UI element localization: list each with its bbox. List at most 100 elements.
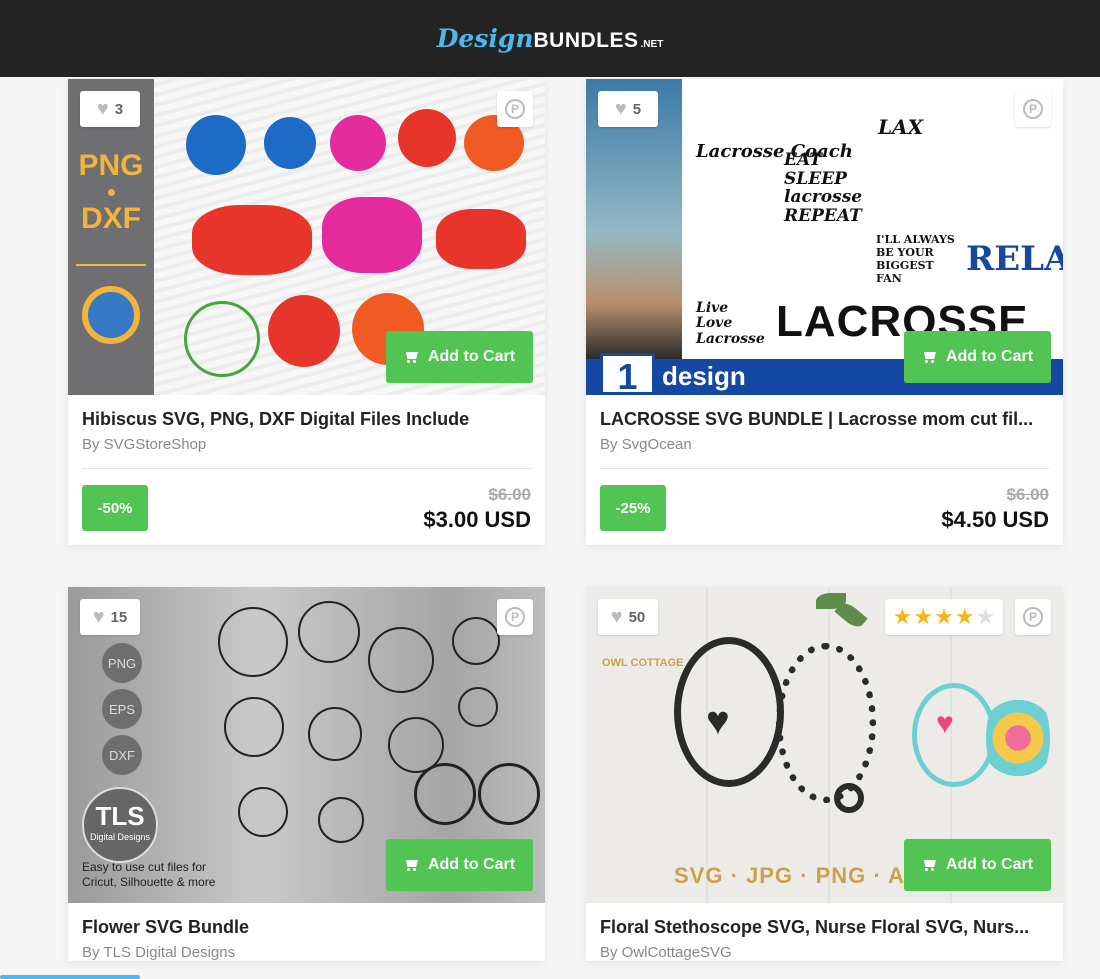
product-thumbnail[interactable]: PNG EPS DXF TLS Digital Designs Easy to …: [68, 587, 545, 903]
product-card[interactable]: PNG EPS DXF TLS Digital Designs Easy to …: [68, 587, 545, 961]
add-to-cart-button[interactable]: Add to Cart: [386, 839, 533, 891]
flower-outline-graphic: [298, 601, 360, 663]
product-title[interactable]: Flower SVG Bundle: [82, 917, 531, 938]
like-button[interactable]: ♥ 3: [80, 91, 140, 127]
pin-button[interactable]: P: [1015, 599, 1051, 635]
pinterest-icon: P: [1023, 99, 1043, 119]
flower-outline-graphic: [224, 697, 284, 757]
design-text: Live Love Lacrosse: [696, 300, 765, 347]
flower-outline-graphic: [218, 607, 288, 677]
flower-outline-graphic: [452, 617, 500, 665]
heart-icon: ♥: [936, 707, 954, 740]
format-label: PNG: [78, 149, 144, 182]
design-text: RELAX: [966, 239, 1063, 279]
product-thumbnail[interactable]: Lacrosse Coach EAT SLEEP lacrosse REPEAT…: [586, 79, 1063, 395]
star-icon: ★: [892, 604, 913, 629]
product-title[interactable]: Hibiscus SVG, PNG, DXF Digital Files Inc…: [82, 409, 531, 430]
heart-icon: ♥: [614, 98, 627, 120]
leaf-decoration: [834, 599, 868, 631]
star-icon: ★: [913, 604, 934, 629]
pinterest-icon: P: [505, 607, 525, 627]
shop-logo-icon: [82, 286, 140, 344]
format-badge: EPS: [102, 689, 142, 729]
star-icon: ★: [975, 604, 996, 629]
tls-logo: TLS Digital Designs: [82, 787, 158, 863]
wreath-graphic: [184, 301, 260, 377]
thumbnail-note: Easy to use cut files for Cricut, Silhou…: [82, 860, 215, 891]
sale-price: $4.50 USD: [941, 507, 1049, 532]
sale-price: $3.00 USD: [423, 507, 531, 532]
site-header: Design BUNDLES .NET: [0, 0, 1100, 77]
design-text: LAX: [878, 115, 924, 139]
product-author[interactable]: By OwlCottageSVG: [600, 944, 1049, 961]
product-card[interactable]: OWL COTTAGE ♥ ♥ SVG · JPG · PNG · Ai · E…: [586, 587, 1063, 961]
product-author[interactable]: By SVGStoreShop: [82, 436, 531, 453]
product-author[interactable]: By SvgOcean: [600, 436, 1049, 453]
product-thumbnail[interactable]: OWL COTTAGE ♥ ♥ SVG · JPG · PNG · Ai · E…: [586, 587, 1063, 903]
product-card[interactable]: PNG DXF ♥ 3 P Add to Cart Hibiscus SVG, P…: [68, 79, 545, 545]
pinterest-icon: P: [505, 99, 525, 119]
heart-icon: ♥: [706, 699, 730, 743]
hibiscus-graphic: [192, 205, 312, 275]
star-rating: ★ ★ ★ ★ ★: [885, 599, 1003, 635]
pin-button[interactable]: P: [1015, 91, 1051, 127]
design-text: I'LL ALWAYS BE YOUR BIGGEST FAN: [876, 233, 955, 285]
format-label: DXF: [81, 202, 141, 235]
like-button[interactable]: ♥ 15: [80, 599, 140, 635]
scroll-indicator: [0, 975, 140, 979]
flower-outline-graphic: [238, 787, 288, 837]
hibiscus-graphic: [330, 115, 386, 171]
discount-badge: -25%: [600, 485, 666, 531]
flower-outline-graphic: [308, 707, 362, 761]
logo-design-text: Design: [436, 24, 534, 53]
round-frame-graphic: [414, 763, 476, 825]
product-title[interactable]: LACROSSE SVG BUNDLE | Lacrosse mom cut f…: [600, 409, 1049, 430]
product-title[interactable]: Floral Stethoscope SVG, Nurse Floral SVG…: [600, 917, 1049, 938]
add-to-cart-button[interactable]: Add to Cart: [904, 839, 1051, 891]
format-badge: DXF: [102, 735, 142, 775]
star-icon: ★: [934, 604, 954, 629]
divider-line: [76, 264, 146, 266]
price-row: -25% $6.00 $4.50 USD: [600, 469, 1049, 545]
original-price: $6.00: [1006, 485, 1049, 504]
stethoscope-graphic: [912, 683, 996, 787]
dot-separator: [107, 189, 115, 196]
flower-outline-graphic: [458, 687, 498, 727]
site-logo[interactable]: Design BUNDLES .NET: [437, 24, 664, 53]
like-count: 15: [110, 608, 128, 626]
design-text: EAT SLEEP lacrosse REPEAT: [784, 150, 863, 227]
product-card[interactable]: Lacrosse Coach EAT SLEEP lacrosse REPEAT…: [586, 79, 1063, 545]
like-button[interactable]: ♥ 50: [598, 599, 658, 635]
pin-button[interactable]: P: [497, 599, 533, 635]
add-to-cart-button[interactable]: Add to Cart: [386, 331, 533, 383]
product-author[interactable]: By TLS Digital Designs: [82, 944, 531, 961]
stethoscope-chestpiece: [834, 783, 864, 813]
hibiscus-graphic: [436, 209, 526, 269]
hibiscus-graphic: [264, 117, 316, 169]
round-frame-graphic: [478, 763, 540, 825]
pinterest-icon: P: [1023, 607, 1043, 627]
add-to-cart-label: Add to Cart: [945, 856, 1034, 873]
star-icon: ★: [954, 604, 975, 629]
price-row: -50% $6.00 $3.00 USD: [82, 469, 531, 545]
design-count: 1: [600, 353, 655, 395]
like-button[interactable]: ♥ 5: [598, 91, 658, 127]
add-to-cart-label: Add to Cart: [945, 348, 1034, 365]
hibiscus-graphic: [322, 197, 422, 273]
add-to-cart-button[interactable]: Add to Cart: [904, 331, 1051, 383]
cart-icon: [922, 859, 936, 871]
like-count: 3: [114, 100, 124, 118]
product-thumbnail[interactable]: PNG DXF ♥ 3 P Add to Cart: [68, 79, 545, 395]
floral-heart-graphic: [776, 643, 876, 803]
floral-heart-graphic: [986, 683, 1050, 793]
pin-button[interactable]: P: [497, 91, 533, 127]
original-price: $6.00: [488, 485, 531, 504]
like-count: 5: [632, 100, 642, 118]
note-line: Cricut, Silhouette & more: [82, 875, 216, 890]
format-badge: PNG: [102, 643, 142, 683]
discount-badge: -50%: [82, 485, 148, 531]
cart-icon: [404, 351, 418, 363]
tls-logo-subtext: Digital Designs: [89, 832, 151, 842]
owl-cottage-logo: OWL COTTAGE: [602, 657, 684, 669]
cart-icon: [922, 351, 936, 363]
